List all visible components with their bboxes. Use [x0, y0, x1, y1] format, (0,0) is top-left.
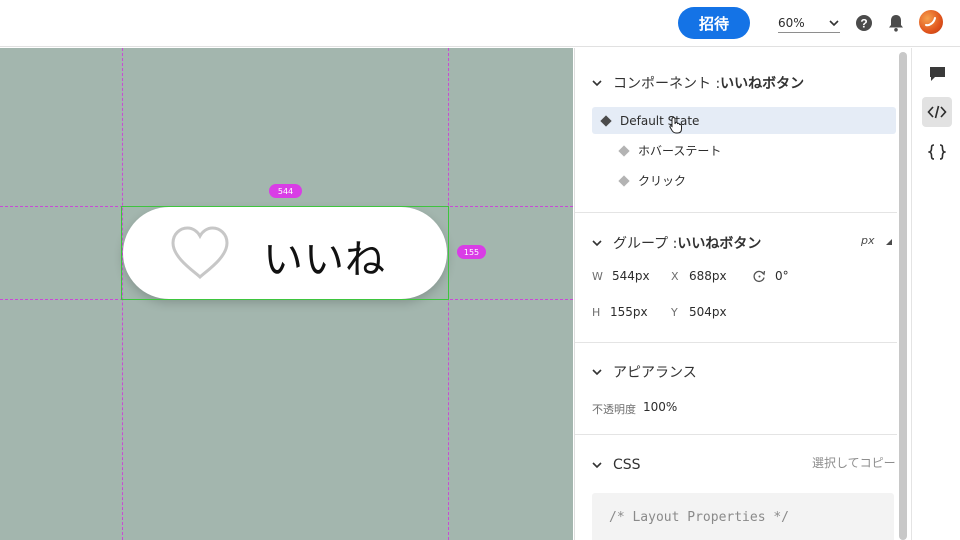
selection-box	[121, 206, 449, 300]
unit-select[interactable]: px	[861, 234, 875, 247]
diamond-icon	[618, 144, 630, 157]
panel-scrollbar[interactable]	[899, 52, 907, 540]
height-value: 155px	[610, 305, 648, 319]
x-label: X	[671, 270, 679, 283]
right-rail	[911, 48, 960, 540]
chevron-down-icon	[592, 462, 602, 469]
y-value: 504px	[689, 305, 727, 319]
top-bar: 招待 60% ?	[0, 0, 960, 47]
y-label: Y	[671, 306, 678, 319]
group-section: グループ : いいねボタン px W 544px X 688px 0° H 15…	[575, 213, 897, 343]
width-value: 544px	[612, 269, 650, 283]
braces-icon[interactable]	[922, 137, 952, 167]
zoom-value: 60%	[778, 15, 805, 30]
width-badge: 544	[269, 184, 302, 198]
inspect-panel: コンポーネント : いいねボタン Default State ホバーステート ク…	[574, 48, 897, 540]
comment-icon[interactable]	[922, 59, 952, 89]
chevron-down-icon	[592, 369, 602, 376]
x-value: 688px	[689, 269, 727, 283]
corner-triangle-icon	[886, 239, 892, 245]
code-icon[interactable]	[922, 97, 952, 127]
design-canvas[interactable]: いいね 544 155	[0, 48, 573, 540]
css-header[interactable]: CSS	[591, 457, 641, 473]
chevron-down-icon	[592, 240, 602, 247]
diamond-icon	[618, 174, 630, 187]
width-label: W	[592, 270, 603, 283]
opacity-label: 不透明度	[592, 403, 636, 416]
css-code-block[interactable]: /* Layout Properties */	[592, 493, 894, 540]
chevron-down-icon	[592, 80, 602, 87]
group-header[interactable]: グループ : いいねボタン	[591, 233, 761, 253]
diamond-icon	[600, 114, 612, 127]
hand-cursor-icon	[669, 116, 682, 134]
appearance-header[interactable]: アピアランス	[591, 362, 697, 382]
css-code-line: /* Layout Properties */	[609, 510, 790, 525]
height-badge: 155	[457, 245, 486, 259]
component-header[interactable]: コンポーネント : いいねボタン	[591, 73, 804, 93]
help-icon[interactable]: ?	[854, 13, 874, 33]
user-avatar[interactable]	[919, 10, 943, 34]
zoom-select[interactable]: 60%	[778, 13, 840, 33]
copy-hint: 選択してコピー	[812, 456, 896, 470]
chevron-down-icon	[829, 19, 839, 26]
rotate-icon	[753, 270, 766, 283]
state-default[interactable]: Default State	[592, 107, 896, 134]
component-section: コンポーネント : いいねボタン Default State ホバーステート ク…	[575, 48, 897, 213]
bell-icon[interactable]	[886, 13, 906, 33]
height-label: H	[592, 306, 601, 319]
state-hover[interactable]: ホバーステート	[610, 137, 896, 164]
svg-text:?: ?	[860, 17, 867, 31]
invite-button[interactable]: 招待	[678, 7, 750, 39]
opacity-value: 100%	[643, 400, 678, 414]
appearance-section: アピアランス 不透明度 100%	[575, 343, 897, 435]
rotation-value: 0°	[775, 269, 789, 283]
state-click[interactable]: クリック	[610, 167, 896, 194]
